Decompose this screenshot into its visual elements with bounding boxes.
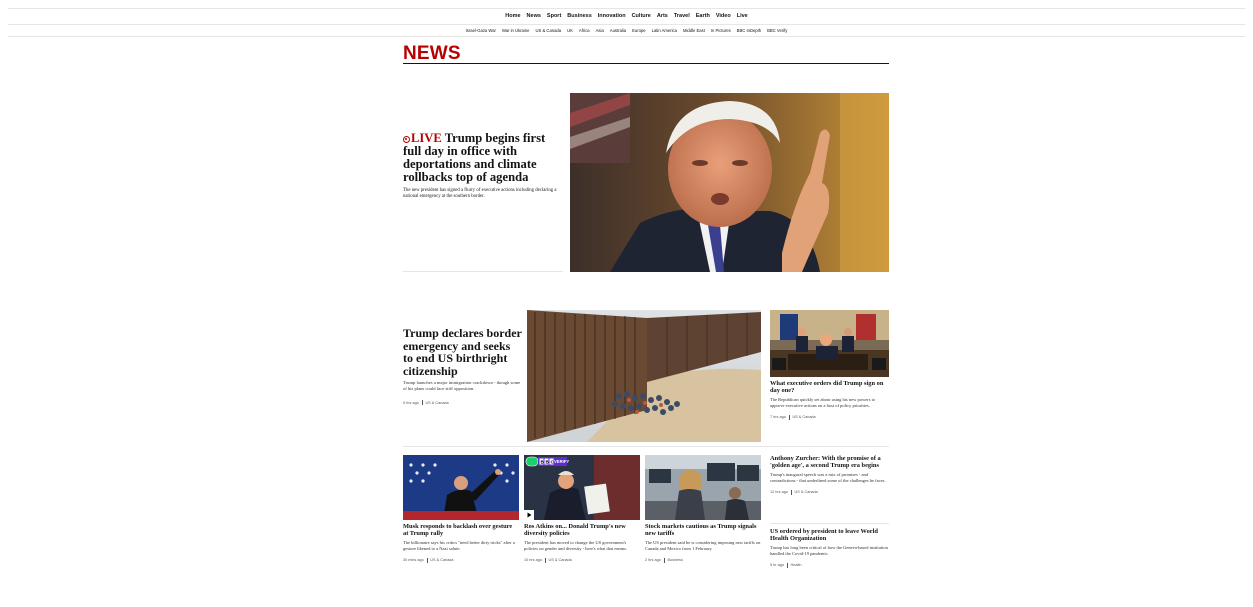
right-story-1-time: 12 hrs ago: [770, 490, 788, 495]
lead-story[interactable]: Trump declares border emergency and seek…: [403, 327, 523, 406]
section-title-rule: [403, 63, 889, 64]
hero-divider: [403, 271, 563, 272]
bottom-story-3-tag[interactable]: Business: [667, 558, 682, 562]
section-title: NEWS: [403, 43, 461, 64]
meta-separator: [788, 414, 790, 420]
hero-image[interactable]: [570, 93, 889, 272]
right-story-2-meta: 5 hr ago Health: [770, 562, 889, 568]
side-story-time: 7 hrs ago: [770, 415, 786, 420]
live-badge: LIVE: [403, 131, 442, 145]
nav-arts[interactable]: Arts: [657, 11, 668, 23]
bottom-story-2-tag[interactable]: US & Canada: [549, 558, 572, 562]
bottom-story-2-headline[interactable]: Ros Atkins on... Donald Trump's new dive…: [524, 523, 640, 537]
hero-headline[interactable]: LIVE Trump begins first full day in offi…: [403, 132, 563, 184]
subnav-bbc-verify[interactable]: BBC Verify: [767, 27, 787, 35]
live-icon: [403, 136, 410, 143]
meta-separator: [663, 557, 665, 563]
right-story-2-headline[interactable]: US ordered by president to leave World H…: [770, 528, 889, 542]
subnav-israel-gaza[interactable]: Israel-Gaza War: [466, 27, 496, 35]
meta-separator: [421, 400, 423, 406]
lead-meta: 5 hrs ago US & Canada: [403, 400, 523, 406]
nav-earth[interactable]: Earth: [696, 11, 710, 23]
hero-summary: The new president has signed a flurry of…: [403, 188, 557, 199]
right-story-1[interactable]: Anthony Zurcher: With the promise of a '…: [770, 455, 889, 495]
bottom-story-3-image[interactable]: [645, 455, 761, 520]
nav-sport[interactable]: Sport: [547, 11, 561, 23]
right-story-1-tag[interactable]: US & Canada: [795, 490, 818, 494]
bottom-story-1-tag[interactable]: US & Canada: [430, 558, 453, 562]
bottom-story-3-time: 2 hrs ago: [645, 558, 661, 563]
nav-video[interactable]: Video: [716, 11, 731, 23]
right-story-2[interactable]: US ordered by president to leave World H…: [770, 528, 889, 568]
nav-live[interactable]: Live: [737, 11, 748, 23]
right-story-2-tag[interactable]: Health: [791, 563, 802, 567]
nav-news[interactable]: News: [526, 11, 542, 25]
right-story-2-summary: Trump has long been critical of how the …: [770, 545, 888, 556]
meta-separator: [544, 557, 546, 563]
subnav-asia[interactable]: Asia: [596, 27, 604, 35]
side-story-meta: 7 hrs ago US & Canada: [770, 414, 889, 420]
bottom-story-2-time: 10 hrs ago: [524, 558, 542, 563]
right-story-1-headline[interactable]: Anthony Zurcher: With the promise of a '…: [770, 455, 889, 469]
bottom-story-3[interactable]: Stock markets cautious as Trump signals …: [645, 523, 761, 563]
subnav-ukraine[interactable]: War in Ukraine: [502, 27, 530, 35]
subnav-divider: [8, 36, 1245, 37]
bottom-story-1-time: 30 mins ago: [403, 558, 424, 563]
lead-tag[interactable]: US & Canada: [425, 401, 448, 405]
verify-badge-label: VERIFY: [554, 459, 570, 464]
hero-story[interactable]: LIVE Trump begins first full day in offi…: [403, 132, 563, 200]
nav-innovation[interactable]: Innovation: [598, 11, 626, 23]
bottom-story-2-meta: 10 hrs ago US & Canada: [524, 557, 640, 563]
meta-separator: [426, 557, 428, 563]
lead-image[interactable]: [527, 310, 761, 442]
bottom-story-3-headline[interactable]: Stock markets cautious as Trump signals …: [645, 523, 761, 537]
lead-time: 5 hrs ago: [403, 400, 419, 405]
top-border: [8, 8, 1245, 9]
bottom-story-1-meta: 30 mins ago US & Canada: [403, 557, 519, 563]
subnav-in-pictures[interactable]: In Pictures: [711, 27, 731, 35]
right-story-1-meta: 12 hrs ago US & Canada: [770, 489, 889, 495]
side-story[interactable]: What executive orders did Trump sign on …: [770, 380, 889, 420]
bottom-story-3-summary: The US president said he is considering …: [645, 540, 761, 551]
meta-separator: [786, 562, 788, 568]
bottom-story-1-image[interactable]: [403, 455, 519, 520]
side-story-image[interactable]: [770, 310, 889, 377]
nav-travel[interactable]: Travel: [674, 11, 690, 23]
right-story-1-summary: Trump's inaugural speech was a mix of pr…: [770, 472, 886, 483]
subnav-bbc-indepth[interactable]: BBC InDepth: [737, 27, 761, 35]
subnav-us-canada[interactable]: US & Canada: [535, 27, 561, 35]
lead-summary: Trump launches a major immigration crack…: [403, 380, 521, 391]
lead-headline[interactable]: Trump declares border emergency and seek…: [403, 327, 523, 377]
side-story-tag[interactable]: US & Canada: [792, 415, 815, 419]
side-story-headline[interactable]: What executive orders did Trump sign on …: [770, 380, 889, 394]
bottom-story-1-summary: The billionaire says his critics "need b…: [403, 540, 515, 551]
bottom-story-1[interactable]: Musk responds to backlash over gesture a…: [403, 523, 519, 563]
subnav-australia[interactable]: Australia: [610, 27, 626, 35]
side-story-summary: The Republican quickly set about using h…: [770, 397, 876, 408]
secondary-nav: Israel-Gaza War War in Ukraine US & Cana…: [0, 27, 1253, 35]
subnav-middle-east[interactable]: Middle East: [683, 27, 705, 35]
nav-home[interactable]: Home: [505, 11, 520, 23]
play-icon: [524, 510, 534, 520]
nav-culture[interactable]: Culture: [632, 11, 651, 23]
bottom-story-2-image[interactable]: B B C VERIFY: [524, 455, 640, 520]
bottom-story-2-summary: The president has moved to change the US…: [524, 540, 628, 551]
subnav-latin-america[interactable]: Latin America: [652, 27, 677, 35]
subnav-europe[interactable]: Europe: [632, 27, 646, 35]
primary-nav: Home News Sport Business Innovation Cult…: [0, 11, 1253, 25]
right-list-divider: [770, 523, 889, 524]
row-divider: [403, 446, 889, 447]
subnav-africa[interactable]: Africa: [579, 27, 590, 35]
bottom-story-2[interactable]: Ros Atkins on... Donald Trump's new dive…: [524, 523, 640, 563]
subnav-uk[interactable]: UK: [567, 27, 573, 35]
bottom-story-3-meta: 2 hrs ago Business: [645, 557, 761, 563]
nav-business[interactable]: Business: [567, 11, 591, 23]
live-label: LIVE: [411, 131, 442, 145]
right-story-2-time: 5 hr ago: [770, 563, 784, 568]
meta-separator: [790, 489, 792, 495]
bottom-story-1-headline[interactable]: Musk responds to backlash over gesture a…: [403, 523, 519, 537]
nav-divider: [8, 24, 1245, 25]
